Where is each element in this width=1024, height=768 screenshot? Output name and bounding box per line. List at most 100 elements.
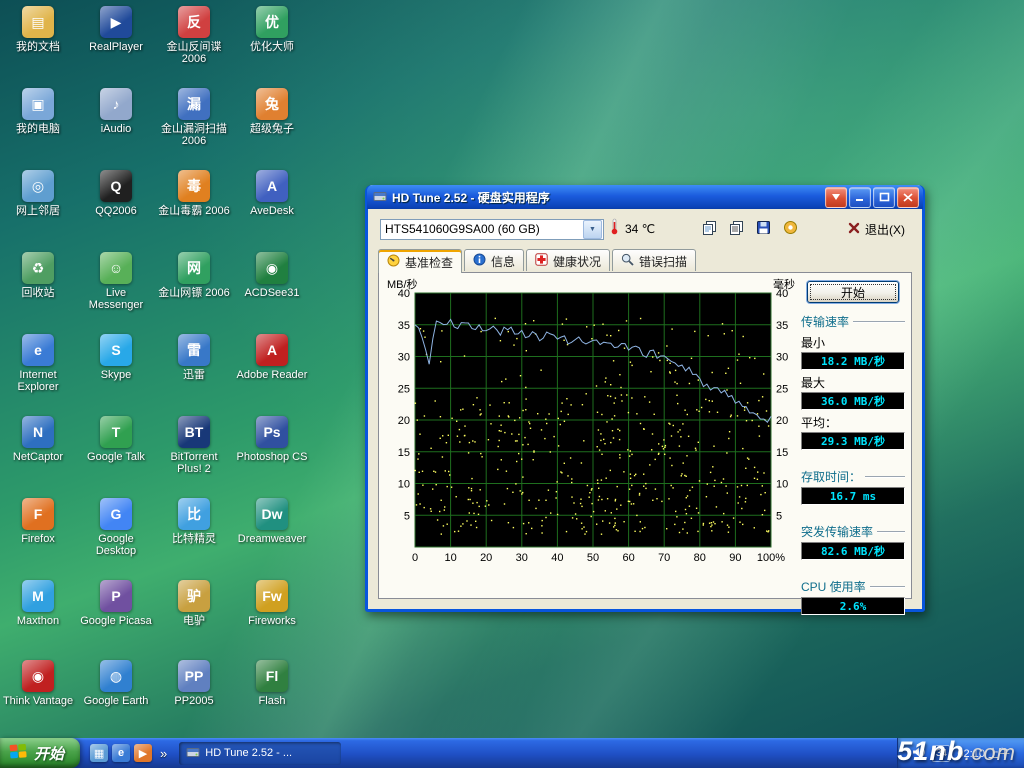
chevron-down-icon[interactable]: ▼	[583, 220, 602, 239]
desktop-icon-dreamweaver[interactable]: DwDreamweaver	[235, 498, 309, 545]
show-desktop-icon[interactable]: ▦	[90, 744, 108, 762]
minimize-button[interactable]	[849, 187, 871, 208]
tab-bar: 基准检查 信息健康状况 错误扫描	[378, 249, 912, 272]
desktop-icon-my-documents[interactable]: ▤我的文档	[1, 6, 75, 53]
svg-text:100%: 100%	[757, 552, 785, 564]
tab-label: 信息	[491, 253, 515, 270]
svg-text:15: 15	[398, 447, 410, 459]
copy-image-button[interactable]	[697, 218, 721, 240]
svg-text:90: 90	[729, 552, 741, 564]
internet-explorer-icon: e	[22, 334, 54, 366]
internet-explorer-quicklaunch-icon[interactable]: e	[112, 744, 130, 762]
desktop-icon-label: 我的文档	[1, 41, 75, 53]
media-player-quicklaunch-icon[interactable]: ▶	[134, 744, 152, 762]
desktop-icon-live-messenger[interactable]: ☺Live Messenger	[79, 252, 153, 311]
desktop-icon-skype[interactable]: SSkype	[79, 334, 153, 381]
desktop-icon-firefox[interactable]: FFirefox	[1, 498, 75, 545]
svg-text:20: 20	[776, 415, 788, 427]
desktop-icon-kingsoft-vulnscan-2006[interactable]: 漏金山漏洞扫描 2006	[157, 88, 231, 147]
acdsee31-icon: ◉	[256, 252, 288, 284]
desktop-icon-label: iAudio	[79, 123, 153, 135]
desktop-icon-label: 电驴	[157, 615, 231, 627]
save-icon	[756, 220, 771, 238]
minimize-to-tray-button[interactable]	[825, 187, 847, 208]
desktop-icon-label: Google Desktop	[79, 533, 153, 557]
desktop-icon-kingsoft-netguard-2006[interactable]: 网金山网镖 2006	[157, 252, 231, 299]
desktop-icon-google-desktop[interactable]: G Google Desktop	[79, 498, 153, 557]
options-button[interactable]	[778, 218, 802, 240]
desktop-icon-label: Fireworks	[235, 615, 309, 627]
desktop: ▤我的文档 ▣我的电脑 ◎网上邻居 ♻回收站 eInternet Explorer NNe…	[0, 0, 1024, 768]
tab-info[interactable]: 信息	[464, 249, 524, 271]
desktop-icon-netcaptor[interactable]: NNetCaptor	[1, 416, 75, 463]
qq2006-icon: Q	[100, 170, 132, 202]
desktop-icon-recycle-bin[interactable]: ♻回收站	[1, 252, 75, 299]
save-screenshot-button[interactable]	[751, 218, 775, 240]
tab-error-scan[interactable]: 错误扫描	[612, 249, 696, 271]
desktop-icon-bitspirit[interactable]: 比比特精灵	[157, 498, 231, 545]
quicklaunch-chevron-icon[interactable]: »	[156, 746, 171, 761]
desktop-icon-internet-explorer[interactable]: eInternet Explorer	[1, 334, 75, 393]
desktop-icon-avedesk[interactable]: AAveDesk	[235, 170, 309, 217]
desktop-icon-youhua-dashi[interactable]: 优优化大师	[235, 6, 309, 53]
desktop-icon-label: 金山毒霸 2006	[157, 205, 231, 217]
close-icon	[903, 193, 913, 202]
tab-health[interactable]: 健康状况	[526, 249, 610, 271]
svg-text:30: 30	[516, 552, 528, 564]
desktop-icon-adobe-reader[interactable]: AAdobe Reader	[235, 334, 309, 381]
tab-label: 错误扫描	[639, 253, 687, 270]
start-benchmark-button[interactable]: 开始	[807, 281, 899, 303]
copy-text-button[interactable]	[724, 218, 748, 240]
hdtune-window: HD Tune 2.52 - 硬盘实用程序 HTS541060G9SA00 (6…	[365, 185, 925, 612]
windows-flag-icon	[9, 743, 28, 764]
svg-text:25: 25	[776, 383, 788, 395]
svg-text:20: 20	[480, 552, 492, 564]
desktop-icon-flash[interactable]: FlFlash	[235, 660, 309, 707]
drive-select[interactable]: HTS541060G9SA00 (60 GB) ▼	[380, 219, 604, 240]
titlebar[interactable]: HD Tune 2.52 - 硬盘实用程序	[367, 185, 923, 209]
desktop-icon-kingsoft-duba-2006[interactable]: 毒金山毒霸 2006	[157, 170, 231, 217]
task-label: HD Tune 2.52 - ...	[205, 747, 292, 759]
maximize-button[interactable]	[873, 187, 895, 208]
desktop-icon-google-talk[interactable]: TGoogle Talk	[79, 416, 153, 463]
desktop-icon-super-rabbit[interactable]: 兔超级兔子	[235, 88, 309, 135]
burst-rate-section-label: 突发传输速率	[801, 523, 905, 540]
desktop-icon-google-picasa[interactable]: PGoogle Picasa	[79, 580, 153, 627]
svg-text:60: 60	[622, 552, 634, 564]
google-talk-icon: T	[100, 416, 132, 448]
burst-rate-value: 82.6 MB/秒	[801, 542, 905, 560]
desktop-icon-pp2005[interactable]: PPPP2005	[157, 660, 231, 707]
desktop-icon-thunder-xunlei[interactable]: 雷迅雷	[157, 334, 231, 381]
desktop-icon-google-earth[interactable]: ◍Google Earth	[79, 660, 153, 707]
access-time-value: 16.7 ms	[801, 487, 905, 505]
desktop-icon-photoshop-cs[interactable]: PsPhotoshop CS	[235, 416, 309, 463]
desktop-icon-label: ACDSee31	[235, 287, 309, 299]
start-button[interactable]: 开始	[0, 738, 80, 768]
desktop-icon-label: AveDesk	[235, 205, 309, 217]
close-button[interactable]	[897, 187, 919, 208]
desktop-icon-iaudio[interactable]: ♪iAudio	[79, 88, 153, 135]
tab-benchmark[interactable]: 基准检查	[378, 249, 462, 273]
desktop-icon-realplayer[interactable]: ▶RealPlayer	[79, 6, 153, 53]
desktop-icon-emule[interactable]: 驴电驴	[157, 580, 231, 627]
desktop-icon-fireworks[interactable]: Fw Fireworks	[235, 580, 309, 627]
desktop-icon-qq2006[interactable]: QQQ2006	[79, 170, 153, 217]
desktop-icon-kingsoft-antispy-2006[interactable]: 反金山反间谍 2006	[157, 6, 231, 65]
exit-button[interactable]: 退出(X)	[841, 218, 912, 241]
desktop-icon-my-computer[interactable]: ▣我的电脑	[1, 88, 75, 135]
scan-icon	[621, 253, 634, 269]
info-icon	[473, 253, 486, 269]
google-desktop-icon: G	[100, 498, 132, 530]
svg-text:70: 70	[658, 552, 670, 564]
desktop-icon-label: 回收站	[1, 287, 75, 299]
svg-text:25: 25	[398, 383, 410, 395]
desktop-icon-maxthon[interactable]: MMaxthon	[1, 580, 75, 627]
desktop-icon-think-vantage[interactable]: ◉Think Vantage	[1, 660, 75, 707]
desktop-icon-network-places[interactable]: ◎网上邻居	[1, 170, 75, 217]
desktop-icon-bittorrent-plus-2[interactable]: BTBitTorrent Plus! 2	[157, 416, 231, 475]
desktop-icon-acdsee31[interactable]: ◉ ACDSee31	[235, 252, 309, 299]
taskbar: 开始 ▦e▶ » HD Tune 2.52 - ... 34 02:10 上午	[0, 738, 1024, 768]
taskbar-task-hdtune[interactable]: HD Tune 2.52 - ...	[179, 742, 341, 765]
fireworks-icon: Fw	[256, 580, 288, 612]
desktop-icon-label: 超级兔子	[235, 123, 309, 135]
